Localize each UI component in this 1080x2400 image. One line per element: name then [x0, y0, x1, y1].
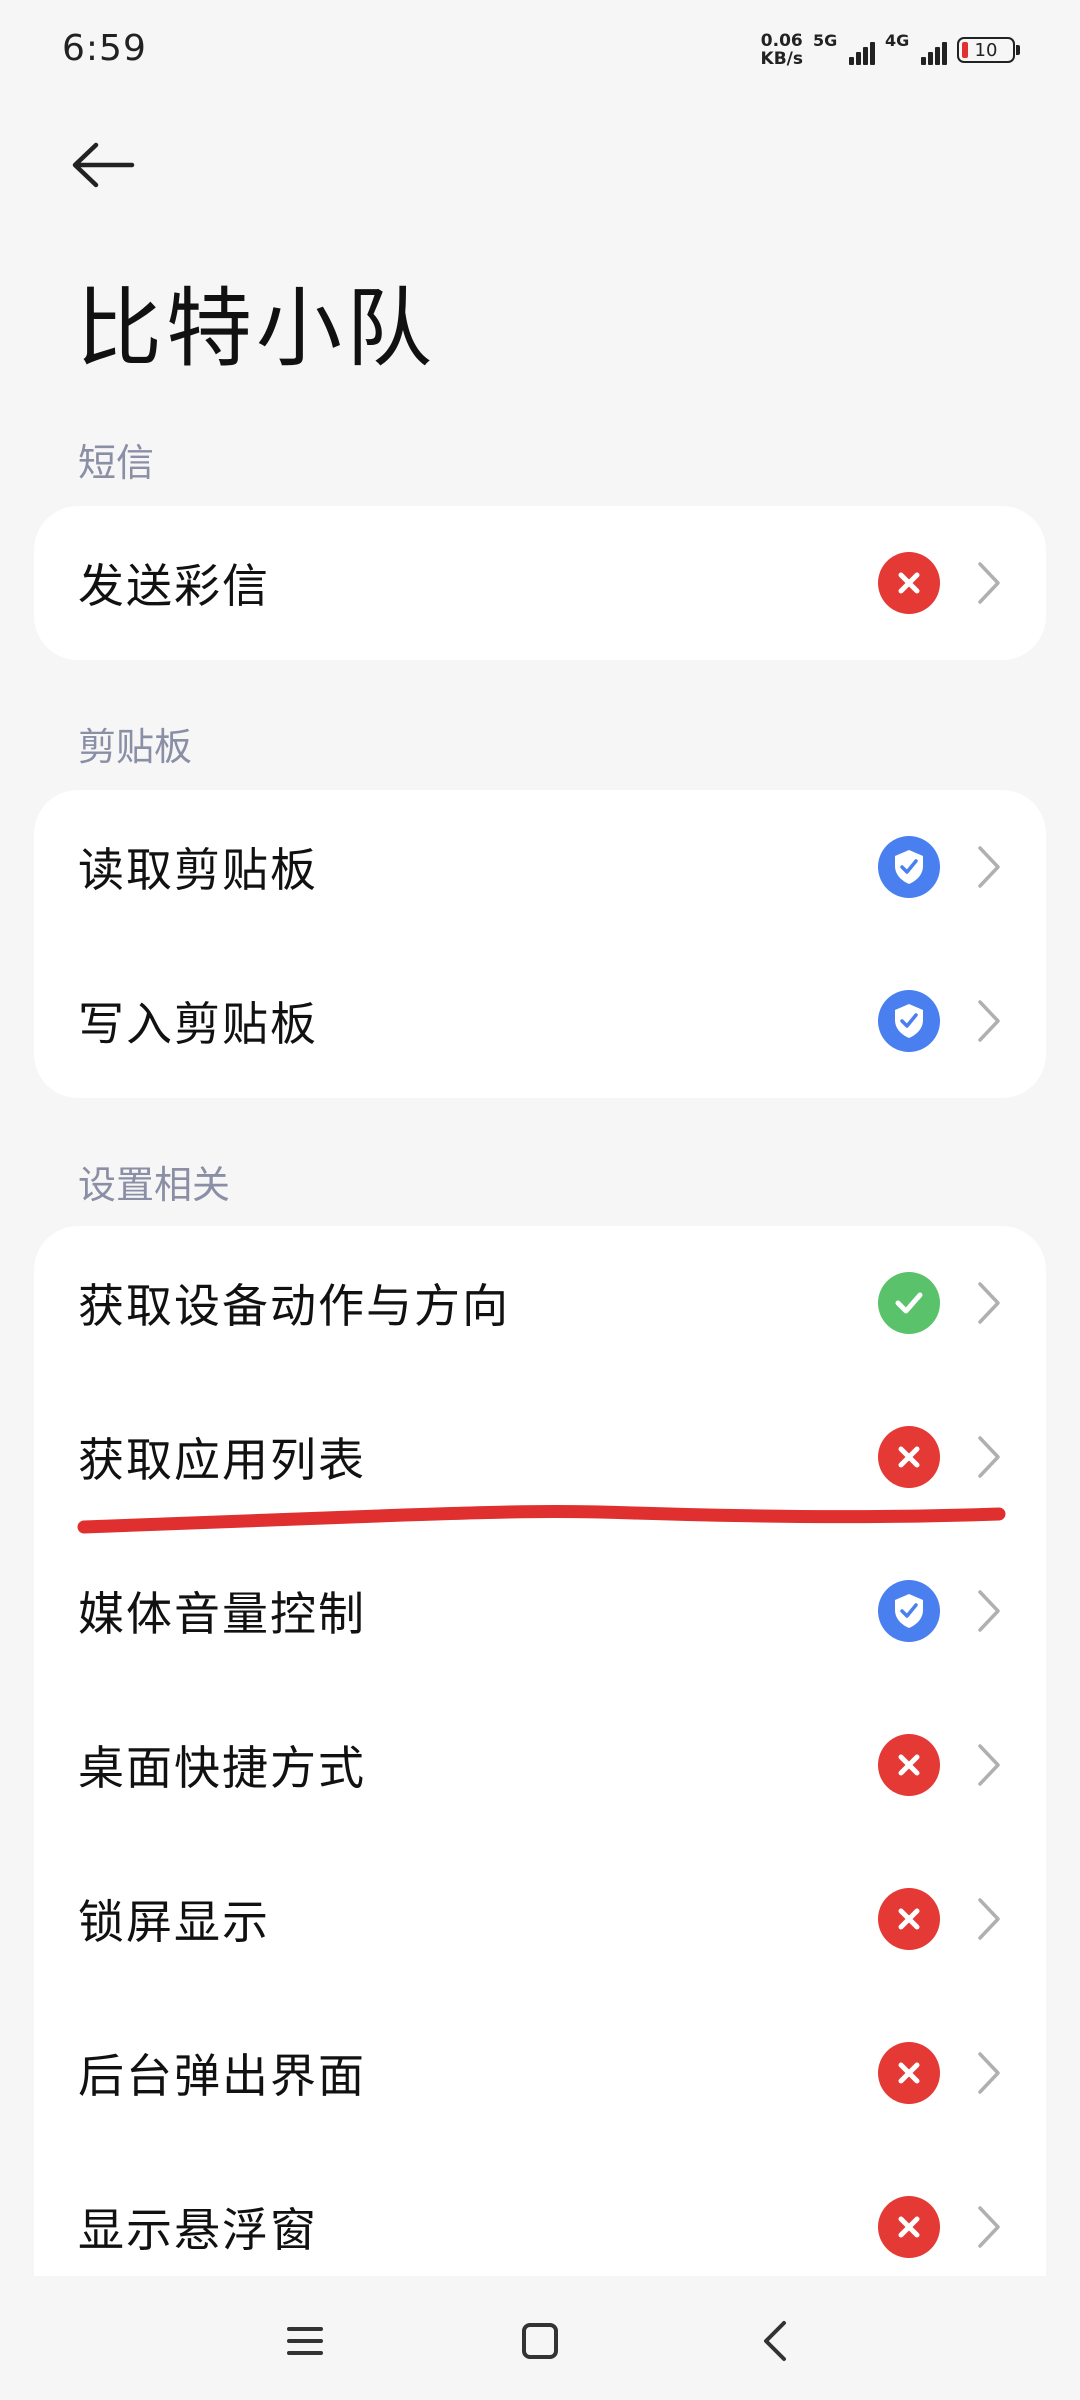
- section-title-clipboard: 剪贴板: [78, 725, 193, 769]
- permission-row[interactable]: 桌面快捷方式: [34, 1688, 1046, 1842]
- status-bar: 6:59 0.06 KB/s 5G 4G 10: [0, 0, 1080, 100]
- recent-apps-button[interactable]: [265, 2306, 345, 2376]
- permission-row[interactable]: 获取设备动作与方向: [34, 1226, 1046, 1380]
- card-clipboard: 读取剪贴板 写入剪贴板: [34, 790, 1046, 1098]
- menu-icon: [287, 2327, 323, 2355]
- sim1-network-type: 5G: [813, 31, 838, 50]
- permission-label: 获取应用列表: [78, 1433, 366, 1487]
- chevron-right-icon: [978, 1744, 1000, 1786]
- chevron-right-icon: [978, 2052, 1000, 2094]
- deny-status-icon: [878, 1734, 940, 1796]
- battery-level: 10: [974, 39, 998, 61]
- x-icon: [898, 572, 920, 594]
- chevron-right-icon: [978, 562, 1000, 604]
- system-back-button[interactable]: [735, 2306, 815, 2376]
- x-icon: [898, 2216, 920, 2238]
- x-icon: [898, 1446, 920, 1468]
- deny-status-icon: [878, 552, 940, 614]
- permission-label: 显示悬浮窗: [78, 2203, 318, 2257]
- permission-row[interactable]: 显示悬浮窗: [34, 2150, 1046, 2276]
- sim1-signal-icon: 5G: [813, 31, 875, 65]
- section-title-sms: 短信: [78, 441, 155, 485]
- status-icons: 0.06 KB/s 5G 4G 10: [761, 28, 1020, 72]
- chevron-right-icon: [978, 2206, 1000, 2248]
- chevron-right-icon: [978, 1590, 1000, 1632]
- allow-status-icon: [878, 1272, 940, 1334]
- status-time: 6:59: [62, 28, 147, 69]
- chevron-right-icon: [978, 1898, 1000, 1940]
- system-navigation-bar: [0, 2276, 1080, 2400]
- home-button[interactable]: [500, 2306, 580, 2376]
- permission-row[interactable]: 写入剪贴板: [34, 944, 1046, 1098]
- card-sms: 发送彩信: [34, 506, 1046, 660]
- battery-icon: 10: [957, 37, 1020, 63]
- permission-label: 后台弹出界面: [78, 2049, 366, 2103]
- ask-status-icon: [878, 836, 940, 898]
- permission-row[interactable]: 锁屏显示: [34, 1842, 1046, 1996]
- square-icon: [522, 2323, 558, 2359]
- section-title-settings: 设置相关: [78, 1163, 231, 1207]
- permission-label: 读取剪贴板: [78, 843, 318, 897]
- deny-status-icon: [878, 2042, 940, 2104]
- page-title: 比特小队: [76, 279, 436, 379]
- deny-status-icon: [878, 1888, 940, 1950]
- x-icon: [898, 2062, 920, 2084]
- permission-row[interactable]: 读取剪贴板: [34, 790, 1046, 944]
- permission-label: 锁屏显示: [78, 1895, 270, 1949]
- card-settings: 获取设备动作与方向 获取应用列表 媒体音量控制 桌面快捷方式 锁屏显示 后台弹出: [34, 1226, 1046, 2276]
- chevron-right-icon: [978, 1282, 1000, 1324]
- network-speed-unit: KB/s: [760, 49, 803, 69]
- permission-label: 桌面快捷方式: [78, 1741, 366, 1795]
- chevron-left-icon: [764, 2321, 786, 2361]
- chevron-right-icon: [978, 1000, 1000, 1042]
- chevron-right-icon: [978, 846, 1000, 888]
- permission-label: 写入剪贴板: [78, 997, 318, 1051]
- ask-status-icon: [878, 990, 940, 1052]
- network-speed: 0.06 KB/s: [761, 32, 803, 68]
- ask-status-icon: [878, 1580, 940, 1642]
- sim2-network-type: 4G: [885, 31, 910, 50]
- shield-check-icon: [895, 850, 923, 884]
- permission-row[interactable]: 后台弹出界面: [34, 1996, 1046, 2150]
- permission-label: 发送彩信: [78, 559, 270, 613]
- x-icon: [898, 1908, 920, 1930]
- check-icon: [895, 1292, 923, 1314]
- permission-row[interactable]: 发送彩信: [34, 506, 1046, 660]
- shield-check-icon: [895, 1594, 923, 1628]
- red-underline-annotation: [77, 1505, 1006, 1534]
- back-button[interactable]: [70, 130, 150, 200]
- deny-status-icon: [878, 2196, 940, 2258]
- sim2-signal-icon: 4G: [885, 31, 947, 65]
- permission-row[interactable]: 媒体音量控制: [34, 1534, 1046, 1688]
- permission-label: 获取设备动作与方向: [78, 1279, 510, 1333]
- chevron-right-icon: [978, 1436, 1000, 1478]
- deny-status-icon: [878, 1426, 940, 1488]
- permission-label: 媒体音量控制: [78, 1587, 366, 1641]
- shield-check-icon: [895, 1004, 923, 1038]
- network-speed-value: 0.06: [760, 31, 803, 51]
- x-icon: [898, 1754, 920, 1776]
- arrow-left-icon: [72, 142, 135, 188]
